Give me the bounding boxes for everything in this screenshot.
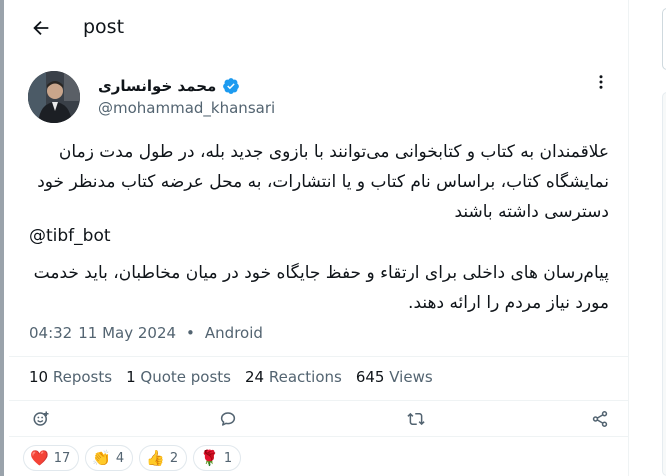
meta-separator: • bbox=[186, 324, 195, 342]
stat-count: 24 bbox=[244, 368, 265, 386]
stat-label: Reactions bbox=[268, 368, 342, 386]
post-text-paragraph-2: پیام‌رسان های داخلی برای ارتقاء و حفظ جا… bbox=[33, 263, 609, 313]
back-button[interactable] bbox=[27, 14, 55, 42]
reaction-count: 2 bbox=[169, 450, 179, 466]
divider bbox=[9, 436, 629, 437]
post-metadata: 04:32 11 May 2024 • Android bbox=[29, 324, 263, 342]
divider bbox=[9, 356, 629, 357]
post-actions-bar bbox=[9, 404, 629, 434]
stat-count: 1 bbox=[126, 368, 136, 386]
author-display-name: محمد خوانساری bbox=[98, 77, 217, 95]
stat-reposts[interactable]: 10 Reposts bbox=[29, 368, 112, 386]
side-card bbox=[662, 8, 666, 70]
stat-reactions[interactable]: 24 Reactions bbox=[245, 368, 342, 386]
post-header: post bbox=[9, 0, 629, 56]
share-button[interactable] bbox=[589, 408, 611, 430]
post-client: Android bbox=[204, 324, 263, 342]
stat-label: Views bbox=[389, 368, 433, 386]
reaction-count: 4 bbox=[115, 450, 125, 466]
reaction-chip-thumbs-up[interactable]: 👍 2 bbox=[139, 445, 188, 471]
right-gutter bbox=[630, 0, 666, 476]
avatar[interactable] bbox=[28, 71, 80, 123]
reaction-count: 17 bbox=[53, 450, 71, 466]
reaction-count: 1 bbox=[223, 450, 233, 466]
comment-icon bbox=[220, 412, 236, 426]
repost-button[interactable] bbox=[405, 408, 427, 430]
thumbs-up-icon: 👍 bbox=[146, 448, 165, 467]
stat-count: 645 bbox=[355, 368, 385, 386]
share-icon bbox=[592, 411, 608, 427]
verified-badge-icon bbox=[223, 78, 240, 94]
divider bbox=[9, 400, 629, 401]
side-panel bbox=[662, 92, 666, 476]
rose-icon: 🌹 bbox=[200, 448, 219, 467]
post-date[interactable]: 11 May 2024 bbox=[78, 324, 176, 342]
post-text-paragraph-1: علاقمندان به کتاب و کتابخوانی می‌توانند … bbox=[37, 142, 609, 222]
post-stats: 10 Reposts 1 Quote posts 24 Reactions 64… bbox=[29, 368, 447, 386]
repost-icon bbox=[407, 412, 425, 426]
more-options-button[interactable] bbox=[589, 70, 613, 94]
stat-label: Quote posts bbox=[140, 368, 231, 386]
reaction-chip-rose[interactable]: 🌹 1 bbox=[193, 445, 242, 471]
stat-views: 645 Views bbox=[356, 368, 433, 386]
page-title: post bbox=[83, 16, 125, 38]
reaction-chips: ❤️ 17 👏 4 👍 2 🌹 1 bbox=[23, 445, 242, 471]
author-name[interactable]: محمد خوانساری bbox=[98, 77, 240, 95]
reaction-chip-clap[interactable]: 👏 4 bbox=[85, 445, 134, 471]
heart-icon: ❤️ bbox=[30, 448, 49, 467]
stat-quote-posts[interactable]: 1 Quote posts bbox=[126, 368, 231, 386]
post-time[interactable]: 04:32 bbox=[29, 324, 72, 342]
arrow-left-icon bbox=[33, 20, 49, 36]
reaction-chip-heart[interactable]: ❤️ 17 bbox=[23, 445, 80, 471]
stat-count: 10 bbox=[29, 368, 49, 386]
window-edge bbox=[0, 0, 4, 476]
add-reaction-icon bbox=[33, 411, 49, 426]
clap-icon: 👏 bbox=[92, 448, 111, 467]
stat-label: Reposts bbox=[52, 368, 113, 386]
post-detail-panel: post محمد خوانساری @mohammad_khansari عل… bbox=[9, 0, 629, 476]
more-vertical-icon bbox=[599, 75, 603, 89]
author-handle[interactable]: @mohammad_khansari bbox=[98, 99, 275, 117]
mention-link[interactable]: @tibf_bot bbox=[29, 226, 111, 246]
react-button[interactable] bbox=[30, 408, 52, 430]
reply-button[interactable] bbox=[217, 408, 239, 430]
avatar-photo bbox=[28, 71, 80, 123]
